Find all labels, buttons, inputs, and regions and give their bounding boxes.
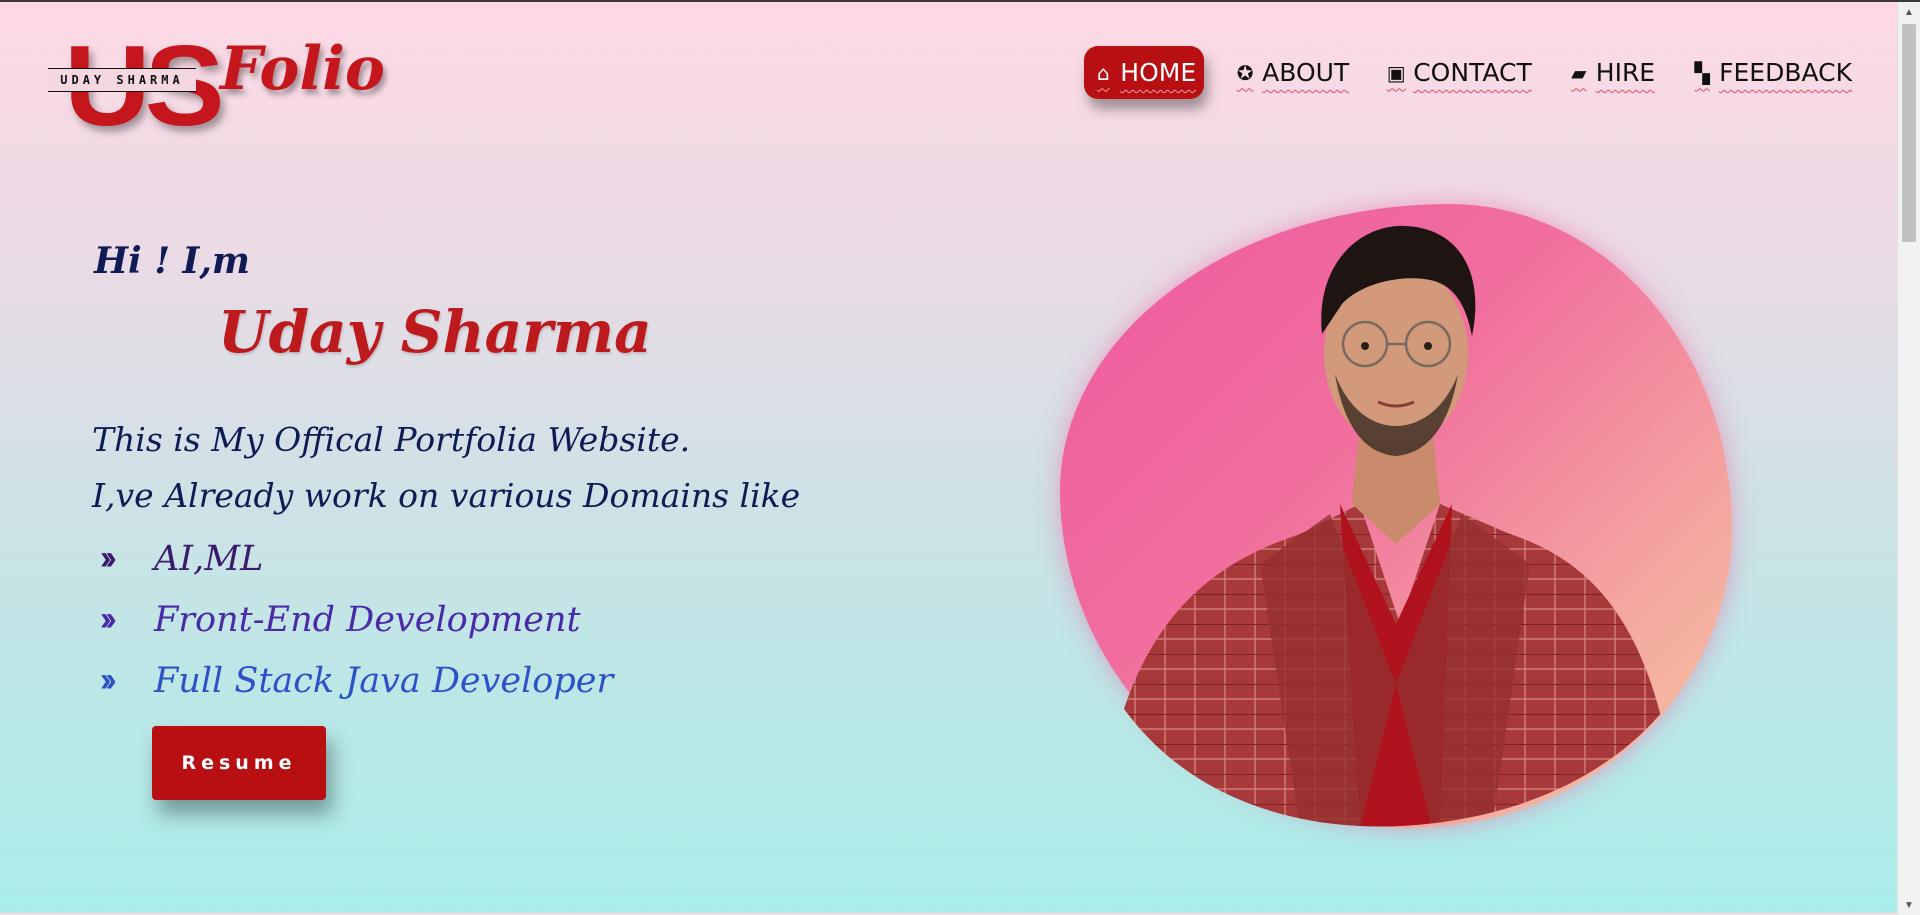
domain-list: ›› AI,ML ›› Front-End Development ›› Ful…: [100, 528, 613, 711]
resume-button[interactable]: Resume: [152, 726, 326, 800]
nav-hire[interactable]: ▰ HIRE: [1562, 50, 1661, 95]
briefcase-icon: ▰: [1571, 60, 1587, 85]
nav-about-label: ABOUT: [1262, 58, 1350, 87]
domain-item: ›› Full Stack Java Developer: [100, 650, 613, 711]
profile-photo: [1060, 204, 1732, 828]
hero-intro: This is My Offical Portfolia Website. I,…: [92, 412, 800, 524]
domain-text: AI,ML: [154, 538, 264, 579]
double-chevron-right-icon: ››: [100, 539, 117, 577]
logo-wordmark: Folio: [220, 34, 385, 104]
person-portrait: [1100, 225, 1680, 827]
aperture-icon: ✪: [1236, 60, 1254, 85]
logo-name-band: UDAY SHARMA: [48, 68, 196, 92]
nav-home-label: HOME: [1120, 58, 1197, 87]
site-logo[interactable]: US UDAY SHARMA Folio: [48, 24, 385, 143]
scroll-down-arrow-icon[interactable]: ▼: [1898, 897, 1920, 915]
nav-contact-label: CONTACT: [1413, 58, 1532, 87]
intro-line-1: This is My Offical Portfolia Website.: [92, 420, 691, 459]
portfolio-page: US UDAY SHARMA Folio ⌂ HOME ✪ ABOUT ▣ CO…: [0, 2, 1898, 915]
comments-icon: ▚: [1694, 60, 1710, 85]
nav-home[interactable]: ⌂ HOME: [1084, 46, 1205, 99]
domain-item: ›› Front-End Development: [100, 589, 613, 650]
domain-text: Full Stack Java Developer: [154, 660, 614, 701]
double-chevron-right-icon: ››: [100, 600, 117, 638]
domain-text: Front-End Development: [154, 599, 581, 640]
scrollbar-thumb[interactable]: [1902, 24, 1916, 242]
hero-greeting: Hi ! I,m: [94, 240, 251, 282]
scroll-up-arrow-icon[interactable]: ▲: [1898, 4, 1920, 22]
hero-name: Uday Sharma: [218, 298, 652, 366]
intro-line-2: I,ve Already work on various Domains lik…: [92, 476, 801, 515]
double-chevron-right-icon: ››: [100, 661, 117, 699]
contact-card-icon: ▣: [1386, 60, 1406, 85]
nav-contact[interactable]: ▣ CONTACT: [1379, 50, 1538, 95]
page-scrollbar[interactable]: ▲ ▼: [1897, 2, 1920, 915]
nav-about[interactable]: ✪ ABOUT: [1228, 50, 1355, 95]
nav-feedback-label: FEEDBACK: [1719, 58, 1852, 87]
home-icon: ⌂: [1096, 60, 1110, 85]
nav-feedback[interactable]: ▚ FEEDBACK: [1685, 50, 1858, 95]
nav-hire-label: HIRE: [1595, 58, 1656, 87]
domain-item: ›› AI,ML: [100, 528, 613, 589]
main-nav: ⌂ HOME ✪ ABOUT ▣ CONTACT ▰ HIRE ▚ FEEDBA…: [1084, 46, 1858, 99]
